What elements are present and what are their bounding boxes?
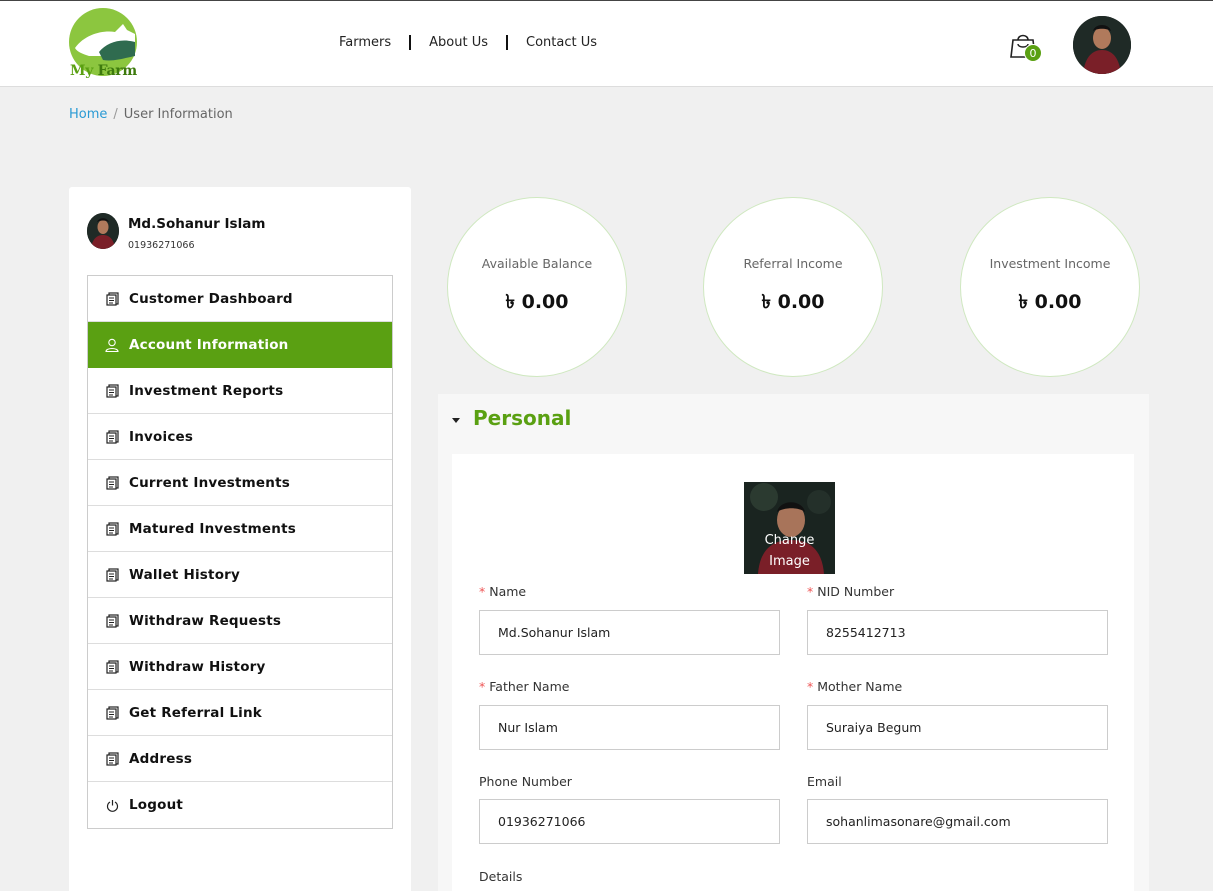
profile-phone: 01936271066 bbox=[128, 240, 195, 251]
document-icon bbox=[105, 291, 119, 306]
phone-field[interactable] bbox=[479, 799, 780, 844]
stat-value: ৳ 0.00 bbox=[1018, 291, 1082, 313]
mother-name-label: * Mother Name bbox=[807, 679, 903, 694]
father-name-field[interactable] bbox=[479, 705, 780, 750]
power-icon bbox=[105, 798, 119, 812]
menu-item-label: Wallet History bbox=[129, 566, 241, 583]
menu-item-withdraw-history[interactable]: Withdraw History bbox=[88, 644, 392, 690]
name-label: * Name bbox=[479, 584, 527, 599]
user-avatar[interactable] bbox=[1073, 16, 1131, 74]
profile-avatar bbox=[87, 213, 119, 249]
document-icon bbox=[105, 567, 119, 582]
caret-down-icon bbox=[452, 417, 460, 423]
menu-item-label: Matured Investments bbox=[129, 520, 296, 537]
nav-separator bbox=[409, 35, 412, 50]
menu-item-label: Invoices bbox=[129, 428, 194, 445]
email-field[interactable] bbox=[807, 799, 1108, 844]
document-icon bbox=[105, 659, 119, 674]
required-mark: * bbox=[807, 679, 814, 694]
menu-item-investment-reports[interactable]: Investment Reports bbox=[88, 368, 392, 414]
cart-count-badge: 0 bbox=[1024, 44, 1042, 62]
menu-item-logout[interactable]: Logout bbox=[88, 782, 392, 828]
required-mark: * bbox=[479, 679, 486, 694]
menu-item-label: Account Information bbox=[129, 336, 289, 353]
required-mark: * bbox=[807, 584, 814, 599]
top-navbar: My Farm Farmers About Us Contact Us 0 bbox=[0, 0, 1213, 87]
nav-contact-link[interactable]: Contact Us bbox=[526, 35, 597, 50]
stat-value: ৳ 0.00 bbox=[761, 291, 825, 313]
menu-item-label: Withdraw Requests bbox=[129, 612, 282, 629]
stat-label: Available Balance bbox=[481, 256, 593, 271]
profile-name: Md.Sohanur Islam bbox=[128, 216, 266, 232]
profile-photo[interactable]: Change Image bbox=[744, 482, 835, 574]
menu-item-label: Withdraw History bbox=[129, 658, 266, 675]
stat-label: Investment Income bbox=[989, 256, 1111, 271]
required-mark: * bbox=[479, 584, 486, 599]
name-field[interactable] bbox=[479, 610, 780, 655]
personal-section: Personal Change Image *Name *NID Number … bbox=[438, 394, 1149, 891]
personal-form-card: Change Image *Name *NID Number *Father N… bbox=[452, 454, 1134, 891]
document-icon bbox=[105, 383, 119, 398]
menu-item-label: Investment Reports bbox=[129, 382, 284, 399]
father-name-label: * Father Name bbox=[479, 679, 570, 694]
breadcrumb-current: User Information bbox=[123, 107, 233, 122]
brand-name: My Farm bbox=[70, 63, 137, 79]
document-icon bbox=[105, 751, 119, 766]
stat-referral-income: Referral Income ৳ 0.00 bbox=[703, 197, 883, 377]
nid-field[interactable] bbox=[807, 610, 1108, 655]
menu-item-account-information[interactable]: Account Information bbox=[88, 322, 392, 368]
document-icon bbox=[105, 521, 119, 536]
personal-section-title: Personal bbox=[473, 406, 572, 430]
change-image-button[interactable]: Change Image bbox=[744, 530, 835, 572]
menu-item-wallet-history[interactable]: Wallet History bbox=[88, 552, 392, 598]
menu-item-label: Get Referral Link bbox=[129, 704, 262, 721]
personal-section-toggle[interactable]: Personal bbox=[452, 406, 571, 430]
menu-item-label: Customer Dashboard bbox=[129, 290, 293, 307]
breadcrumb-home-link[interactable]: Home bbox=[69, 107, 107, 122]
menu-item-label: Logout bbox=[129, 797, 184, 813]
mother-name-field[interactable] bbox=[807, 705, 1108, 750]
document-icon bbox=[105, 613, 119, 628]
user-icon bbox=[105, 338, 119, 352]
menu-item-customer-dashboard[interactable]: Customer Dashboard bbox=[88, 276, 392, 322]
stat-investment-income: Investment Income ৳ 0.00 bbox=[960, 197, 1140, 377]
document-icon bbox=[105, 705, 119, 720]
menu-item-withdraw-requests[interactable]: Withdraw Requests bbox=[88, 598, 392, 644]
account-menu: Customer Dashboard Account Information I… bbox=[87, 275, 393, 829]
stat-label: Referral Income bbox=[743, 256, 843, 271]
phone-label: Phone Number bbox=[479, 774, 572, 789]
menu-item-get-referral-link[interactable]: Get Referral Link bbox=[88, 690, 392, 736]
nav-farmers-link[interactable]: Farmers bbox=[339, 35, 391, 50]
menu-item-invoices[interactable]: Invoices bbox=[88, 414, 392, 460]
menu-item-address[interactable]: Address bbox=[88, 736, 392, 782]
menu-item-matured-investments[interactable]: Matured Investments bbox=[88, 506, 392, 552]
nav-separator bbox=[506, 35, 509, 50]
nid-label: * NID Number bbox=[807, 584, 895, 599]
menu-item-label: Current Investments bbox=[129, 474, 290, 491]
stat-available-balance: Available Balance ৳ 0.00 bbox=[447, 197, 627, 377]
email-label: Email bbox=[807, 774, 842, 789]
document-icon bbox=[105, 429, 119, 444]
menu-item-current-investments[interactable]: Current Investments bbox=[88, 460, 392, 506]
breadcrumb-separator: / bbox=[113, 107, 118, 122]
menu-item-label: Address bbox=[129, 750, 193, 767]
details-label: Details bbox=[479, 869, 523, 884]
nav-about-link[interactable]: About Us bbox=[429, 35, 488, 50]
document-icon bbox=[105, 475, 119, 490]
main-nav: Farmers About Us Contact Us bbox=[339, 35, 597, 50]
stat-value: ৳ 0.00 bbox=[505, 291, 569, 313]
breadcrumb: Home / User Information bbox=[69, 107, 233, 122]
account-sidebar: Md.Sohanur Islam 01936271066 Customer Da… bbox=[69, 187, 411, 891]
